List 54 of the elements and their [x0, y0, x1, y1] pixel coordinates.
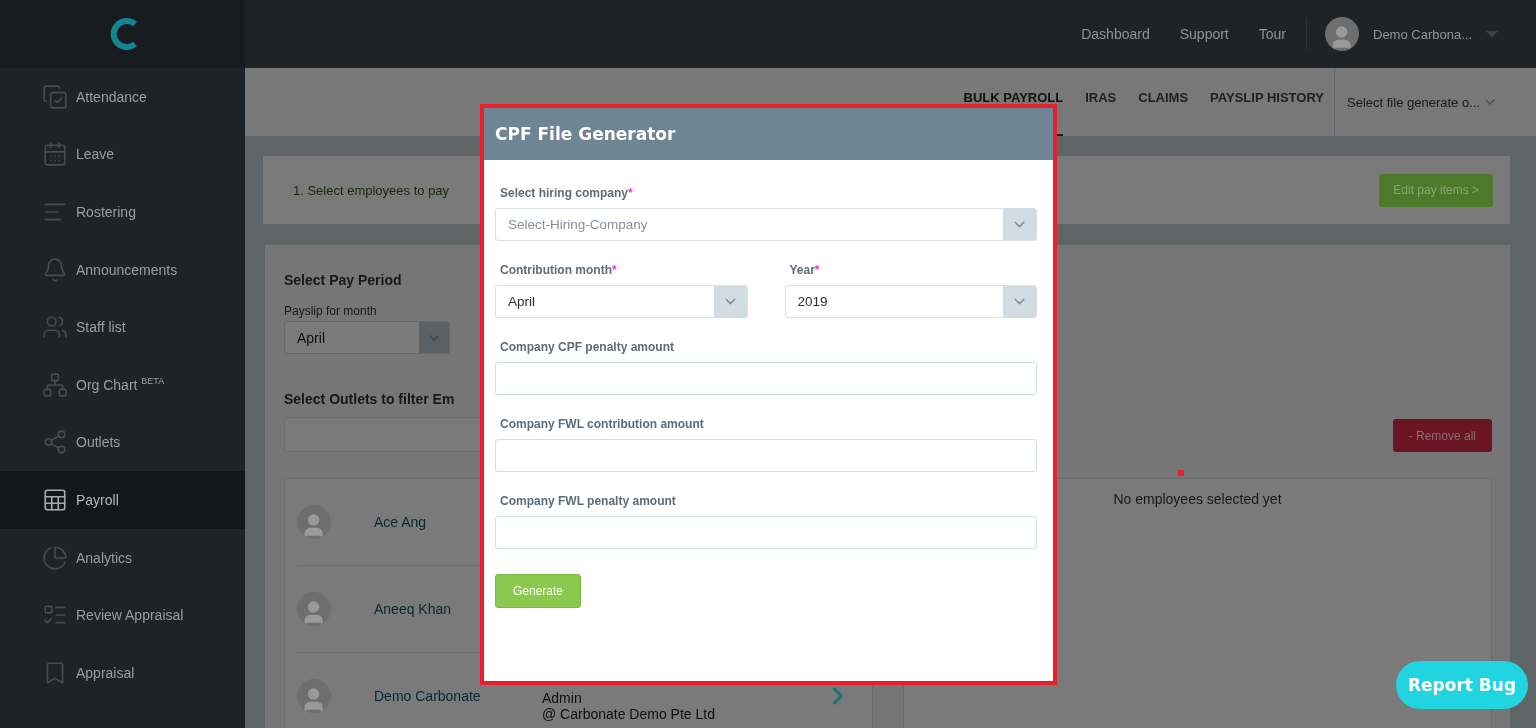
employee-company: @ Carbonate Demo Pte Ltd [542, 706, 715, 722]
sidebar-item[interactable]: Analytics [0, 528, 245, 587]
sidebar-item[interactable]: Appraisal [0, 643, 245, 702]
sidebar-item[interactable]: Staff list [0, 298, 245, 356]
field-label: Company CPF penalty amount [499, 340, 676, 354]
file-select[interactable]: Select file generate o... [1334, 68, 1498, 136]
step-label: 1. Select employees to pay [293, 182, 450, 198]
nav-link[interactable]: Support [1179, 26, 1229, 42]
section-title: Select Pay Period [284, 272, 403, 288]
select-field[interactable]: April [495, 285, 748, 318]
org-chart-icon [42, 371, 68, 398]
sidebar-item[interactable]: Org Chart $^{BETA}$ [0, 355, 245, 414]
sidebar-item[interactable]: Outlets [0, 413, 245, 472]
dialog-title: CPF File Generator [495, 124, 676, 144]
field-label: Select hiring company* [499, 186, 634, 200]
sidebar-item[interactable]: Payroll [0, 471, 245, 529]
people-icon [42, 314, 68, 341]
select-field[interactable]: Select-Hiring-Company [495, 208, 1037, 241]
avatar-icon [297, 679, 331, 713]
select-field[interactable]: 2019 [784, 285, 1037, 318]
nav-link[interactable]: Dashboard [1081, 26, 1150, 42]
sidebar-item[interactable]: Announcements [0, 240, 245, 299]
employee-name[interactable]: Demo Carbonate [374, 688, 542, 704]
nodes-icon [42, 429, 68, 456]
avatar-icon [297, 505, 331, 539]
field-label: Year* [788, 263, 821, 277]
month-select[interactable]: April [284, 321, 450, 354]
avatar-icon [297, 592, 331, 626]
input-field[interactable] [495, 362, 1037, 395]
bell-icon [42, 256, 68, 283]
tab[interactable]: PAYSLIP HISTORY [1210, 68, 1324, 136]
sidebar-item[interactable]: Leave [0, 125, 245, 184]
sidebar-item[interactable]: Review Appraisal [0, 586, 245, 644]
tab[interactable]: IRAS [1085, 68, 1117, 136]
field-label: Payslip for month [284, 304, 378, 318]
tab[interactable]: CLAIMS [1138, 68, 1189, 136]
sidebar-item[interactable]: Attendance [0, 68, 245, 126]
input-field[interactable] [495, 439, 1037, 472]
input-field[interactable] [495, 516, 1037, 549]
nav-link[interactable]: Tour [1258, 26, 1286, 42]
user-name[interactable]: Demo Carbona... [1373, 26, 1472, 42]
sidebar-item[interactable]: Rostering [0, 183, 245, 241]
avatar-icon [1325, 17, 1359, 51]
calendar-icon [42, 141, 68, 168]
employee-role: Admin [542, 690, 583, 706]
section-title: Select Outlets to filter Em [284, 391, 456, 407]
check-squares-icon [42, 83, 68, 110]
pie-chart-icon [42, 544, 68, 571]
field-label: Contribution month* [499, 263, 618, 277]
empty-message: No employees selected yet [1113, 491, 1282, 507]
field-label: Company FWL penalty amount [499, 494, 677, 508]
table-icon [42, 486, 68, 513]
field-label: Company FWL contribution amount [499, 417, 705, 431]
caret-icon[interactable] [1486, 30, 1498, 38]
